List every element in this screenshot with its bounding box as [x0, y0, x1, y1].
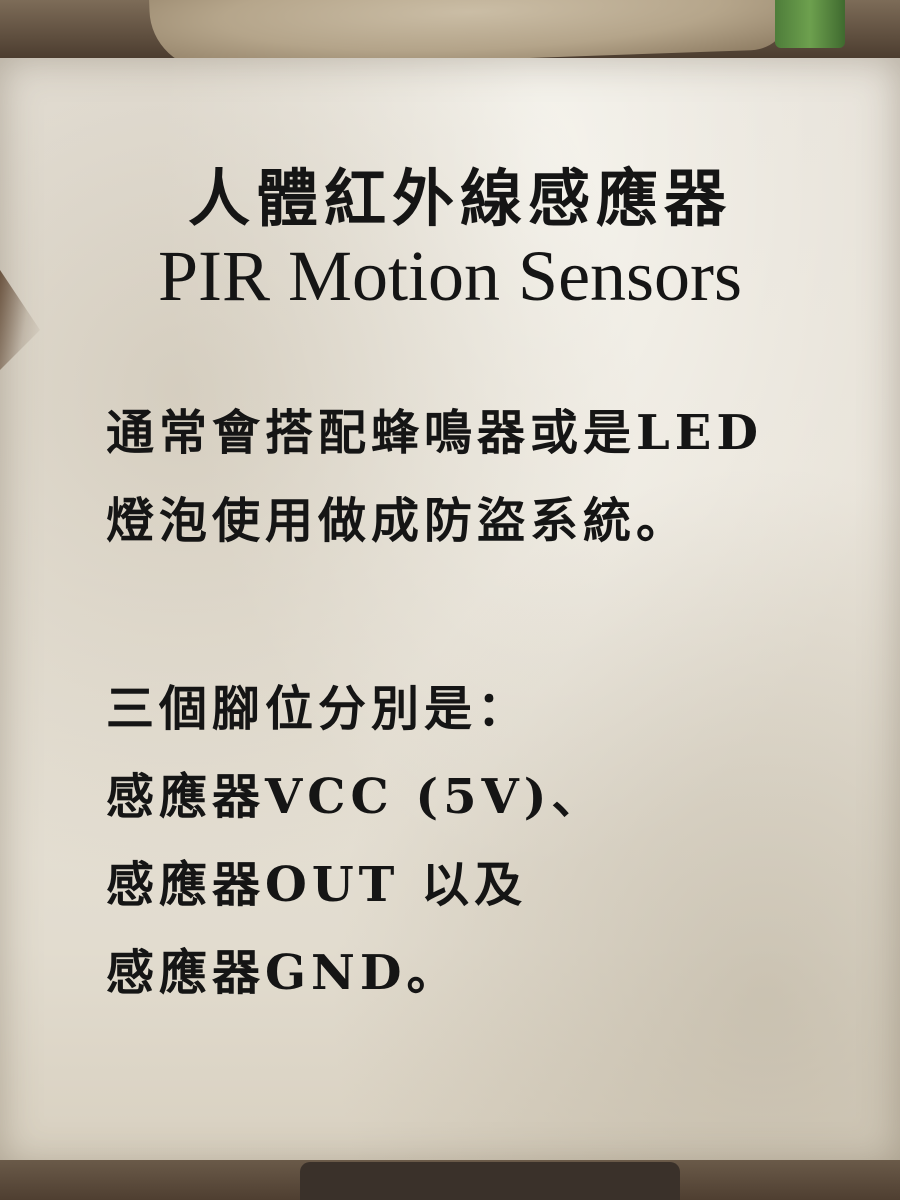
top-green-object [775, 0, 845, 48]
poster-stage: 人體紅外線感應器 PIR Motion Sensors 通常會搭配蜂鳴器或是LE… [0, 0, 900, 1200]
title-english: PIR Motion Sensors [157, 236, 743, 316]
title-block: 人體紅外線感應器 PIR Motion Sensors [0, 160, 900, 318]
bottom-dark-object [300, 1162, 680, 1200]
paragraph1-line1: 通常會搭配蜂鳴器或是LED [106, 405, 763, 461]
paragraph1-line2: 燈泡使用做成防盜系統。 [106, 493, 690, 549]
body-text: 通常會搭配蜂鳴器或是LED 燈泡使用做成防盜系統。 三個腳位分別是： 感應器VC… [106, 398, 896, 1026]
title-chinese: 人體紅外線感應器 [187, 162, 732, 235]
paragraph2-line2: 感應器VCC (5V)、 [106, 769, 605, 825]
paragraph2-line1: 三個腳位分別是： [106, 681, 531, 737]
paragraph2-line4: 感應器GND。 [106, 945, 460, 1001]
paragraph2-line3: 感應器OUT 以及 [106, 857, 528, 913]
